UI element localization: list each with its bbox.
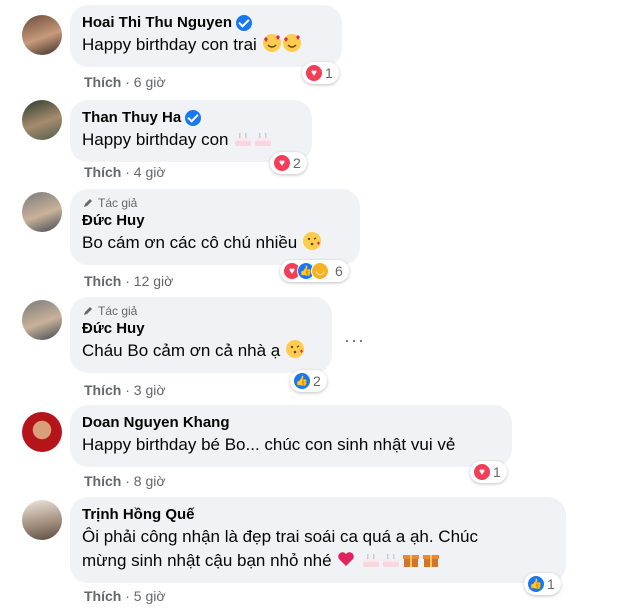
comment-bubble: Hoai Thi Thu Nguyen Happy birthday con t…	[70, 5, 342, 67]
avatar[interactable]	[22, 15, 62, 55]
reaction-summary[interactable]: 👍 2	[290, 370, 327, 392]
reaction-summary[interactable]: ♥ 2	[270, 152, 307, 174]
reaction-count: 2	[313, 373, 321, 389]
comment-text-line2: mừng sinh nhật cậu bạn nhỏ nhé	[82, 551, 332, 570]
like-reaction-icon: 👍	[293, 372, 311, 390]
timestamp[interactable]: 6 giờ	[134, 74, 166, 90]
comment-text: Happy birthday con trai	[82, 35, 257, 54]
like-button[interactable]: Thích	[84, 588, 121, 604]
timestamp[interactable]: 8 giờ	[134, 473, 166, 489]
author-badge: Tác giả	[98, 196, 138, 210]
verified-badge-icon	[236, 15, 252, 31]
comment-bubble: Doan Nguyen Khang Happy birthday bé Bo..…	[70, 405, 512, 467]
blowing-kiss-emoji	[286, 340, 304, 358]
birthday-cake-emoji	[255, 133, 272, 146]
like-button[interactable]: Thích	[84, 164, 121, 180]
verified-badge-icon	[185, 110, 202, 126]
heart-reaction-icon: ♥	[305, 64, 323, 82]
reaction-summary[interactable]: 👍 1	[524, 573, 561, 595]
pen-icon	[84, 307, 92, 315]
author-name[interactable]: Doan Nguyen Khang	[82, 413, 230, 433]
reaction-summary[interactable]: ♥ 👍 ◡ 6	[280, 260, 349, 282]
author-name[interactable]: Đức Huy	[82, 211, 145, 231]
birthday-cake-emoji	[363, 554, 380, 567]
timestamp[interactable]: 3 giờ	[134, 382, 166, 398]
comment-text: Happy birthday bé Bo... chúc con sinh nh…	[82, 435, 456, 454]
heart-reaction-icon: ♥	[473, 463, 491, 481]
like-button[interactable]: Thích	[84, 74, 121, 90]
like-button[interactable]: Thích	[84, 382, 121, 398]
like-button[interactable]: Thích	[84, 273, 121, 289]
reaction-count: 1	[493, 464, 501, 480]
birthday-cake-emoji	[383, 554, 400, 567]
haha-reaction-icon: ◡	[311, 262, 329, 280]
comment-bubble: Tác giả Đức Huy Cháu Bo cảm ơn cả nhà ạ	[70, 297, 332, 373]
heart-reaction-icon: ♥	[273, 154, 291, 172]
gift-emoji	[423, 555, 440, 567]
birthday-cake-emoji	[235, 133, 252, 146]
comment-bubble: Trịnh Hồng Quế Ôi phải công nhận là đẹp …	[70, 497, 566, 583]
reaction-count: 1	[547, 576, 555, 592]
avatar[interactable]	[22, 100, 62, 140]
reaction-count: 2	[293, 155, 301, 171]
comment-text: Cháu Bo cảm ơn cả nhà ạ	[82, 341, 281, 360]
author-name[interactable]: Đức Huy	[82, 319, 145, 339]
reaction-summary[interactable]: ♥ 1	[470, 461, 507, 483]
gift-emoji	[403, 555, 420, 567]
reaction-count: 6	[335, 263, 343, 279]
smiling-hearts-emoji	[262, 34, 281, 52]
timestamp[interactable]: 12 giờ	[134, 273, 174, 289]
author-badge: Tác giả	[98, 304, 138, 318]
author-name[interactable]: Hoai Thi Thu Nguyen	[82, 13, 232, 33]
avatar[interactable]	[22, 192, 62, 232]
author-name[interactable]: Trịnh Hồng Quế	[82, 505, 195, 525]
smiling-hearts-emoji	[282, 34, 301, 52]
comment-bubble: Tác giả Đức Huy Bo cám ơn các cô chú nhi…	[70, 189, 360, 265]
avatar[interactable]	[22, 500, 62, 540]
like-button[interactable]: Thích	[84, 473, 121, 489]
pen-icon	[84, 199, 92, 207]
reaction-summary[interactable]: ♥ 1	[302, 62, 339, 84]
comment-text: Happy birthday con	[82, 130, 229, 149]
like-reaction-icon: 👍	[527, 575, 545, 593]
more-dots-icon[interactable]: ···	[344, 330, 365, 351]
red-heart-emoji	[338, 552, 355, 566]
avatar[interactable]	[22, 412, 62, 452]
comment-text-line1: Ôi phải công nhận là đẹp trai soái ca qu…	[82, 527, 478, 546]
timestamp[interactable]: 5 giờ	[134, 588, 166, 604]
author-name[interactable]: Than Thuy Ha	[82, 108, 181, 128]
timestamp[interactable]: 4 giờ	[134, 164, 166, 180]
reaction-count: 1	[325, 65, 333, 81]
blowing-kiss-emoji	[303, 232, 321, 250]
comment-text: Bo cám ơn các cô chú nhiều	[82, 233, 298, 252]
avatar[interactable]	[22, 300, 62, 340]
